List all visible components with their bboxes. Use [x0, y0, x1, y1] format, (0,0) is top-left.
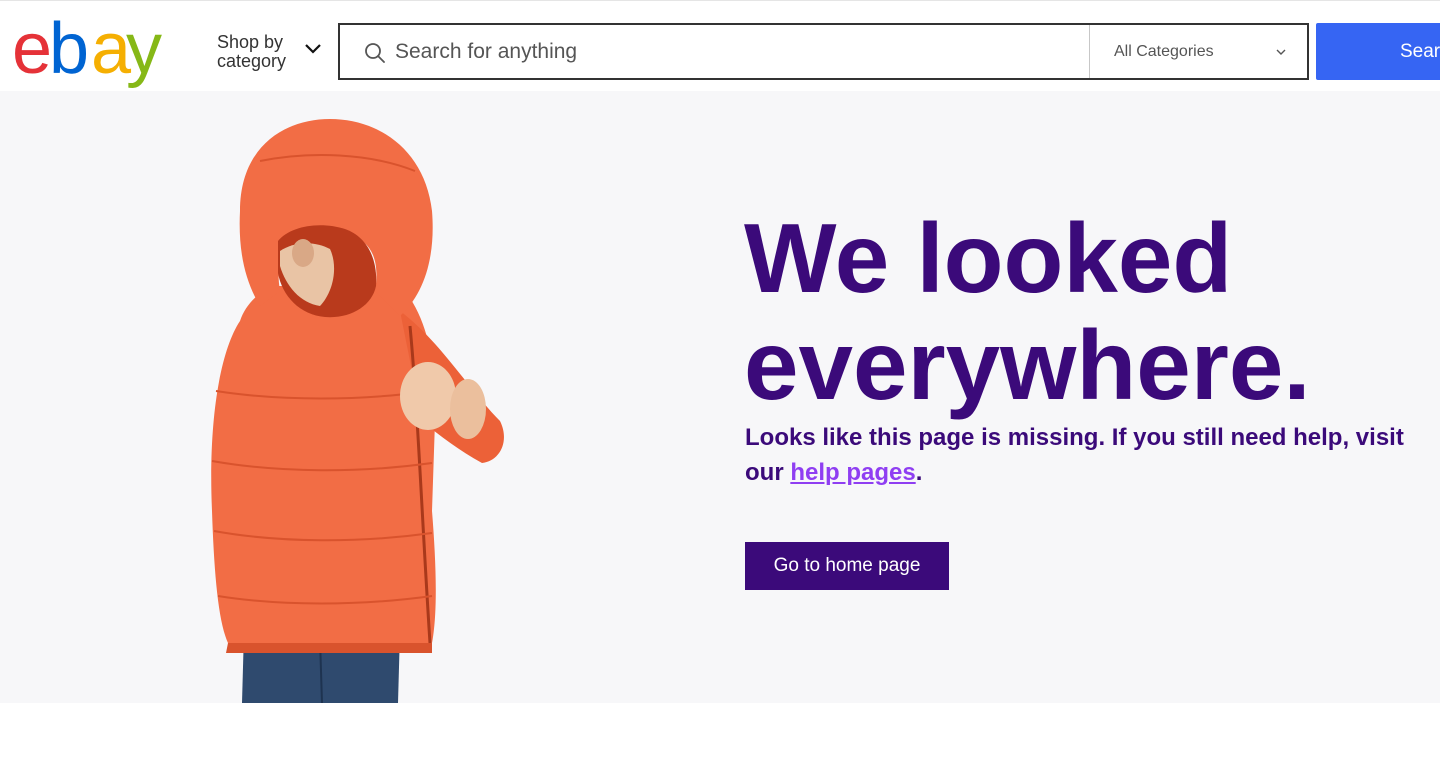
ebay-logo[interactable]: e b a y [12, 7, 177, 91]
headline-line-2: everywhere. [744, 310, 1311, 420]
category-select-value: All Categories [1114, 43, 1214, 60]
search-input[interactable] [395, 27, 1085, 76]
error-message: Looks like this page is missing. If you … [745, 420, 1425, 490]
chevron-down-icon [305, 44, 321, 54]
help-pages-link[interactable]: help pages [790, 459, 915, 486]
error-headline: We looked everywhere. [744, 205, 1424, 419]
logo-letter-a: a [91, 9, 131, 89]
search-button[interactable]: Search [1316, 23, 1440, 80]
shop-by-line2: category [217, 51, 287, 71]
category-select[interactable]: All Categories [1090, 25, 1307, 78]
shop-by-category-label: Shop by category [217, 33, 297, 71]
error-message-period: . [915, 459, 923, 486]
site-header: e b a y Shop by category All Categories … [0, 1, 1440, 91]
search-icon [365, 43, 385, 63]
error-hero: We looked everywhere. Looks like this pa… [0, 91, 1440, 703]
chevron-down-icon [1276, 49, 1286, 55]
shop-by-category-button[interactable]: Shop by category [217, 33, 325, 73]
child-in-orange-jacket-image [211, 119, 504, 703]
search-bar: All Categories [338, 23, 1309, 80]
headline-line-1: We looked [744, 203, 1233, 313]
go-to-home-page-button[interactable]: Go to home page [745, 542, 949, 590]
shop-by-line1: Shop by [217, 32, 284, 52]
logo-letter-y: y [126, 9, 162, 89]
logo-letter-e: e [12, 9, 52, 89]
logo-letter-b: b [49, 9, 89, 89]
